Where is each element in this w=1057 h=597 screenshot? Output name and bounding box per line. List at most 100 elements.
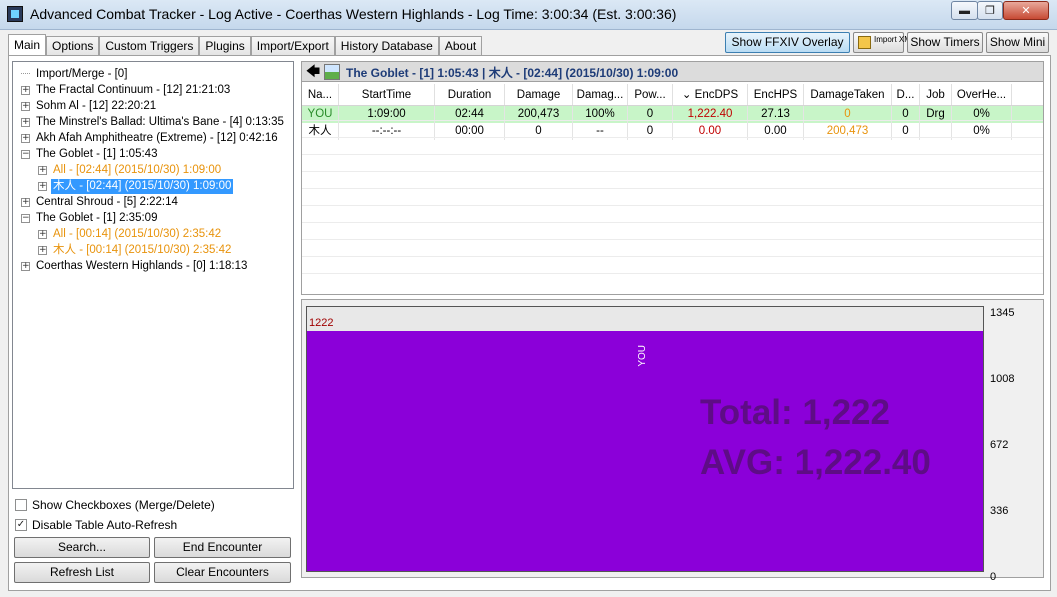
tree-item-label: The Fractal Continuum - [12] 21:21:03 [36,83,231,96]
show-checkboxes-checkbox[interactable] [15,499,27,511]
window-title: Advanced Combat Tracker - Log Active - C… [30,6,677,22]
column-header[interactable]: EncHPS [748,84,804,105]
show-mini-button[interactable]: Show Mini [986,32,1049,53]
show-checkboxes-option[interactable]: Show Checkboxes (Merge/Delete) [15,498,215,512]
minimize-icon: ▬ [959,4,970,17]
import-xml-button[interactable]: Import XML [853,32,916,53]
expand-icon[interactable]: + [21,85,30,95]
y-tick-label: 0 [990,571,997,583]
search-button[interactable]: Search... [14,537,150,558]
table-header: Na... StartTime Duration Damage Damag... Pow.… [302,84,1043,106]
expand-icon[interactable]: + [38,165,47,175]
disable-refresh-checkbox[interactable]: ✓ [15,519,27,531]
expand-icon[interactable]: + [21,117,30,127]
tree-item[interactable]: + Sohm Al - [12] 22:20:21 [21,98,158,114]
y-tick-label: 336 [990,505,1009,517]
tree-item-label: The Goblet - [1] 1:05:43 [36,147,158,160]
tab-import-export[interactable]: Import/Export [250,36,335,56]
tree-item[interactable]: − The Goblet - [1] 1:05:43 [21,146,159,162]
column-header[interactable]: Duration [435,84,505,105]
minimize-button[interactable]: ▬ [951,1,978,20]
column-header[interactable]: Job [920,84,952,105]
maximize-icon: ❐ [985,5,995,17]
tree-item-label: All - [00:14] (2015/10/30) 2:35:42 [53,227,222,240]
expand-icon[interactable]: + [21,261,30,271]
column-header[interactable]: Damag... [573,84,628,105]
column-header[interactable]: ⌄ EncDPS [673,84,748,105]
y-tick-label: 1345 [990,307,1015,319]
tree-connector [21,66,30,74]
table-grid-line [302,256,1043,257]
tree-item[interactable]: + Central Shroud - [5] 2:22:14 [21,194,180,210]
column-header[interactable]: StartTime [339,84,435,105]
tab-options[interactable]: Options [46,36,100,56]
clear-encounters-button[interactable]: Clear Encounters [154,562,291,583]
avg-text: AVG: 1,222.40 [700,443,931,482]
graph-max-value-label: 1222 [309,317,334,329]
column-header[interactable]: Pow... [628,84,673,105]
tab-about[interactable]: About [438,36,483,56]
tree-item-label: Akh Afah Amphitheatre (Extreme) - [12] 0… [36,131,278,144]
table-grid-line [302,239,1043,240]
tab-custom-triggers[interactable]: Custom Triggers [99,36,200,56]
tree-item-label: Central Shroud - [5] 2:22:14 [36,195,178,208]
collapse-icon[interactable]: − [21,149,30,159]
tab-plugins[interactable]: Plugins [199,36,251,56]
tree-item-label: Coerthas Western Highlands - [0] 1:18:13 [36,259,248,272]
tree-item-label: The Goblet - [1] 2:35:09 [36,211,158,224]
table-grid-line [302,222,1043,223]
close-icon: ✕ [1021,5,1031,17]
tree-item[interactable]: + The Minstrel's Ballad: Ultima's Bane - … [21,114,286,130]
column-header[interactable]: Damage [505,84,573,105]
expand-icon[interactable]: + [21,133,30,143]
tree-item-label: Import/Merge - [0] [36,67,128,80]
tab-main[interactable]: Main [8,34,47,56]
app-icon [7,6,23,22]
import-xml-label: Import XML [874,35,916,44]
show-checkboxes-label: Show Checkboxes (Merge/Delete) [32,498,215,512]
tree-item-label: 木人 - [02:44] (2015/10/30) 1:09:00 [51,178,234,194]
encounter-panel: 🡄 The Goblet - [1] 1:05:43 | 木人 - [02:44… [301,61,1044,295]
column-header[interactable]: OverHe... [952,84,1012,105]
expand-icon[interactable]: + [38,229,47,239]
column-header[interactable]: DamageTaken [804,84,892,105]
image-icon[interactable] [324,64,340,80]
tree-item[interactable]: + The Fractal Continuum - [12] 21:21:03 [21,82,232,98]
disable-refresh-label: Disable Table Auto-Refresh [32,518,178,532]
refresh-list-button[interactable]: Refresh List [14,562,150,583]
table-grid-line [302,154,1043,155]
tree-item[interactable]: + All - [00:14] (2015/10/30) 2:35:42 [38,226,223,242]
back-arrow-icon[interactable]: 🡄 [305,64,321,80]
table-grid-line [302,273,1043,274]
show-timers-button[interactable]: Show Timers [907,32,983,53]
bar-name-label: YOU [637,345,648,367]
column-header[interactable]: D... [892,84,920,105]
tree-item[interactable]: Import/Merge - [0] [21,66,129,82]
collapse-icon[interactable]: − [21,213,30,223]
maximize-button[interactable]: ❐ [977,1,1003,20]
tab-history-database[interactable]: History Database [334,36,439,56]
end-encounter-button[interactable]: End Encounter [154,537,291,558]
encounter-tree[interactable]: Import/Merge - [0] + The Fractal Continuum… [12,61,294,489]
expand-icon[interactable]: + [38,245,47,255]
expand-icon[interactable]: + [38,181,47,191]
tree-item[interactable]: + Akh Afah Amphitheatre (Extreme) - [12] … [21,130,280,146]
show-ffxiv-overlay-button[interactable]: Show FFXIV Overlay [725,32,850,53]
column-header[interactable]: Na... [302,84,339,105]
total-text: Total: 1,222 [700,393,890,432]
expand-icon[interactable]: + [21,197,30,207]
disable-refresh-option[interactable]: ✓ Disable Table Auto-Refresh [15,518,177,532]
tree-item[interactable]: − The Goblet - [1] 2:35:09 [21,210,159,226]
encounter-title: The Goblet - [1] 1:05:43 | 木人 - [02:44] … [346,66,679,80]
expand-icon[interactable]: + [21,101,30,111]
y-tick-label: 1008 [990,373,1015,385]
tree-item[interactable]: + All - [02:44] (2015/10/30) 1:09:00 [38,162,223,178]
close-button[interactable]: ✕ [1003,1,1049,20]
tree-item-label: All - [02:44] (2015/10/30) 1:09:00 [53,163,222,176]
tree-item-label: 木人 - [00:14] (2015/10/30) 2:35:42 [53,243,232,256]
encounter-header: 🡄 The Goblet - [1] 1:05:43 | 木人 - [02:44… [302,62,1043,82]
tree-item[interactable]: + Coerthas Western Highlands - [0] 1:18:1… [21,258,249,274]
main-tabs: Main Options Custom Triggers Plugins Imp… [8,34,483,56]
tree-item[interactable]: + 木人 - [02:44] (2015/10/30) 1:09:00 [38,178,234,194]
tree-item[interactable]: + 木人 - [00:14] (2015/10/30) 2:35:42 [38,242,233,258]
